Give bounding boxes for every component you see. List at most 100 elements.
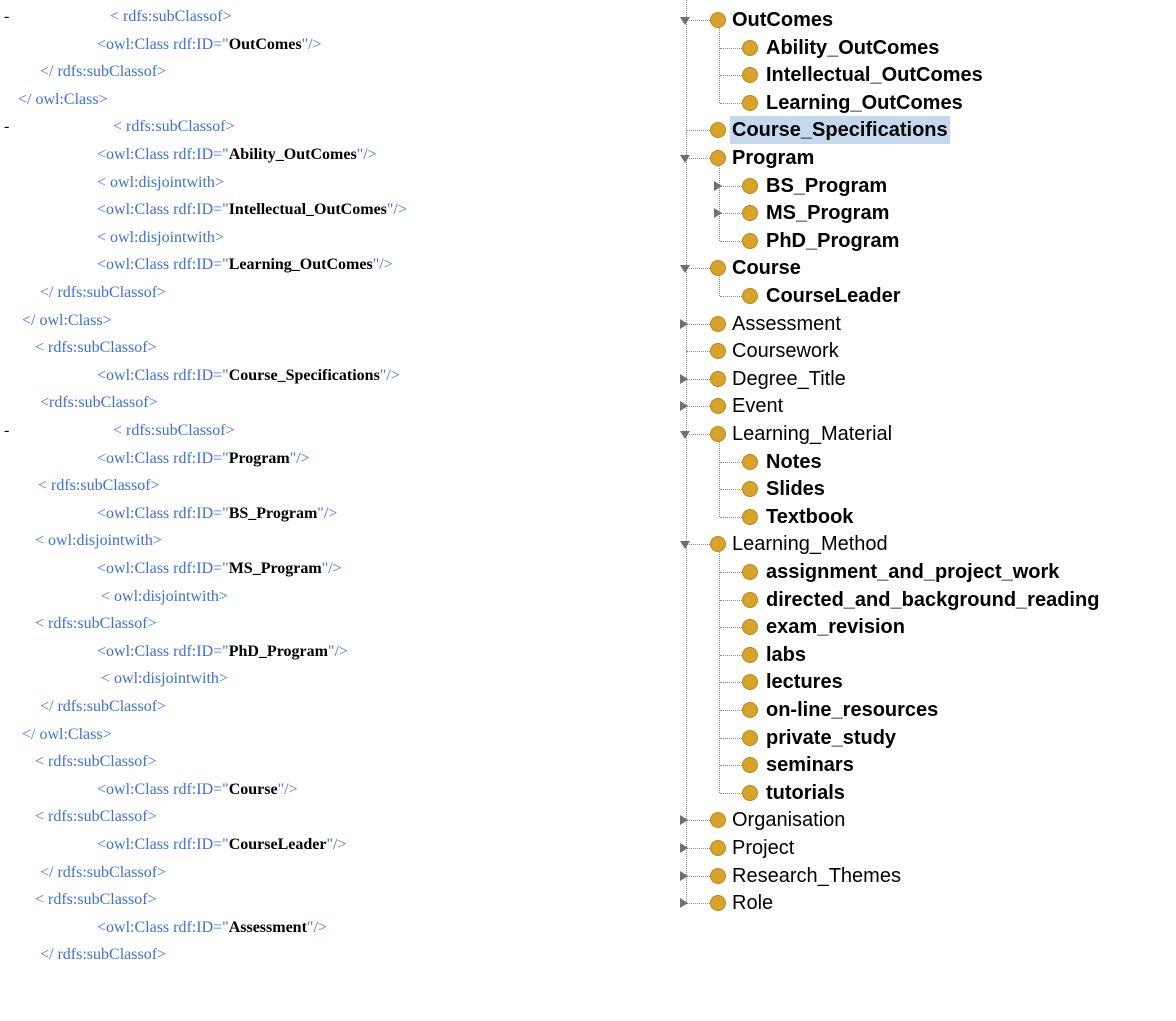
tree-node-class[interactable]: Learning_Method: [676, 530, 1176, 558]
expand-triangle-icon[interactable]: [680, 373, 688, 384]
tree-node-label[interactable]: private_study: [766, 724, 896, 752]
class-hierarchy-tree[interactable]: OutComes Ability_OutComes Intellectual_Out…: [676, 0, 1176, 912]
tree-node-label[interactable]: CourseLeader: [766, 282, 901, 310]
tree-node-label[interactable]: Slides: [766, 475, 825, 503]
class-circle-icon: [742, 702, 758, 718]
expand-triangle-icon[interactable]: [680, 843, 688, 853]
tree-node-subclass[interactable]: Textbook: [676, 503, 1176, 531]
tree-node-subclass[interactable]: PhD_Program: [676, 227, 1176, 255]
expand-triangle-icon[interactable]: [680, 318, 688, 329]
tree-node-label[interactable]: Program: [732, 144, 814, 172]
xml-tag: <owl:Class rdf:ID=: [97, 35, 223, 53]
collapse-triangle-icon[interactable]: [680, 155, 690, 163]
tree-node-subclass[interactable]: BS_Program: [676, 172, 1176, 200]
expand-triangle-icon[interactable]: [714, 180, 722, 191]
tree-node-subclass[interactable]: seminars: [676, 751, 1176, 779]
xml-text: <owl:Class rdf:ID="BS_Program"/>: [97, 503, 337, 525]
tree-node-class[interactable]: Organisation: [676, 806, 1176, 834]
collapse-marker[interactable]: -: [4, 6, 9, 28]
tree-node-subclass[interactable]: directed_and_background_reading: [676, 586, 1176, 614]
tree-node-label[interactable]: Assessment: [732, 310, 841, 338]
tree-node-class[interactable]: OutComes: [676, 6, 1176, 34]
tree-node-subclass[interactable]: lectures: [676, 668, 1176, 696]
expand-triangle-icon[interactable]: [680, 815, 688, 826]
tree-node-subclass[interactable]: Slides: [676, 475, 1176, 503]
tree-node-subclass[interactable]: Intellectual_OutComes: [676, 61, 1176, 89]
tree-node-label[interactable]: seminars: [766, 751, 854, 779]
tree-node-label[interactable]: on-line_resources: [766, 696, 938, 724]
tree-node-class[interactable]: Program: [676, 144, 1176, 172]
tree-node-label[interactable]: exam_revision: [766, 613, 905, 641]
tree-node-class[interactable]: Course: [676, 254, 1176, 282]
tree-node-class[interactable]: Project: [676, 834, 1176, 862]
tree-node-label[interactable]: Notes: [766, 448, 822, 476]
class-circle-icon: [742, 94, 758, 111]
tree-node-subclass[interactable]: assignment_and_project_work: [676, 558, 1176, 586]
tree-node-label[interactable]: PhD_Program: [766, 227, 899, 255]
xml-line: </ rdfs:subClassof>: [0, 282, 660, 304]
tree-node-class[interactable]: Degree_Title: [676, 365, 1176, 393]
class-id-value: Learning_OutComes: [228, 256, 373, 274]
tree-node-label[interactable]: Learning_Method: [732, 530, 888, 558]
xml-tag: <owl:Class rdf:ID=: [97, 780, 223, 798]
expand-triangle-icon[interactable]: [680, 401, 688, 412]
tree-node-label[interactable]: Role: [732, 889, 773, 912]
xml-line: < rdfs:subClassof>: [0, 889, 660, 911]
tree-node-class[interactable]: Event: [676, 392, 1176, 420]
tree-node-label[interactable]: lectures: [766, 668, 843, 696]
tree-node-label[interactable]: Event: [732, 392, 783, 420]
tree-node-label[interactable]: Course: [732, 254, 801, 282]
xml-tag: </ rdfs:subClassof>: [40, 863, 167, 881]
tree-node-label[interactable]: Course_Specifications: [730, 116, 950, 145]
tree-node-label[interactable]: Research_Themes: [732, 862, 901, 890]
tree-node-subclass[interactable]: Learning_OutComes: [676, 89, 1176, 117]
tree-node-subclass[interactable]: Notes: [676, 448, 1176, 476]
tree-node-label[interactable]: Learning_Material: [732, 420, 892, 448]
tree-connector: [686, 903, 710, 905]
expand-triangle-icon[interactable]: [680, 898, 688, 909]
tree-node-label[interactable]: Organisation: [732, 806, 845, 834]
tree-node-label[interactable]: Degree_Title: [732, 365, 846, 393]
tree-node-class[interactable]: Learning_Material: [676, 420, 1176, 448]
tree-node-label[interactable]: labs: [766, 641, 806, 669]
xml-line: </ owl:Class>: [0, 310, 660, 332]
tree-node-label[interactable]: MS_Program: [766, 199, 889, 227]
collapse-triangle-icon[interactable]: [680, 17, 690, 25]
collapse-triangle-icon[interactable]: [680, 541, 690, 550]
tree-node-subclass[interactable]: labs: [676, 641, 1176, 669]
tree-node-subclass[interactable]: private_study: [676, 724, 1176, 752]
tree-node-class[interactable]: Assessment: [676, 310, 1176, 338]
xml-line: </ rdfs:subClassof>: [0, 862, 660, 884]
tree-node-label[interactable]: Project: [732, 834, 794, 862]
tree-node-label[interactable]: Learning_OutComes: [766, 89, 963, 117]
tree-node-label[interactable]: Ability_OutComes: [766, 34, 939, 62]
tree-node-label[interactable]: Intellectual_OutComes: [766, 61, 983, 89]
collapse-marker[interactable]: -: [4, 420, 9, 442]
tree-node-class[interactable]: Course_Specifications: [676, 116, 1176, 145]
expand-triangle-icon[interactable]: [680, 870, 688, 881]
tree-node-class[interactable]: Research_Themes: [676, 862, 1176, 890]
tree-node-label[interactable]: tutorials: [766, 779, 845, 807]
tree-node-label[interactable]: directed_and_background_reading: [766, 586, 1099, 614]
tree-node-label[interactable]: assignment_and_project_work: [766, 558, 1059, 586]
tree-node-label[interactable]: Textbook: [766, 503, 853, 531]
expand-triangle-icon[interactable]: [714, 208, 722, 219]
tree-node-label[interactable]: OutComes: [732, 6, 833, 34]
tree-node-class[interactable]: Coursework: [676, 337, 1176, 365]
tree-connector: [686, 351, 710, 353]
tree-node-label[interactable]: BS_Program: [766, 172, 887, 200]
tree-node-label[interactable]: Coursework: [732, 337, 839, 365]
tree-node-class[interactable]: Role: [676, 889, 1176, 912]
collapse-marker[interactable]: -: [4, 116, 9, 138]
collapse-triangle-icon[interactable]: [680, 265, 690, 274]
xml-line: <owl:Class rdf:ID="OutComes"/>: [0, 34, 660, 56]
tree-node-subclass[interactable]: CourseLeader: [676, 282, 1176, 310]
tree-node-subclass[interactable]: Ability_OutComes: [676, 34, 1176, 62]
tree-node-subclass[interactable]: MS_Program: [676, 199, 1176, 227]
collapse-triangle-icon[interactable]: [680, 431, 690, 439]
tree-node-subclass[interactable]: tutorials: [676, 779, 1176, 807]
xml-tag: < rdfs:subClassof>: [38, 477, 160, 495]
tree-node-subclass[interactable]: on-line_resources: [676, 696, 1176, 724]
xml-text: < owl:disjointwith>: [101, 586, 228, 608]
tree-node-subclass[interactable]: exam_revision: [676, 613, 1176, 641]
